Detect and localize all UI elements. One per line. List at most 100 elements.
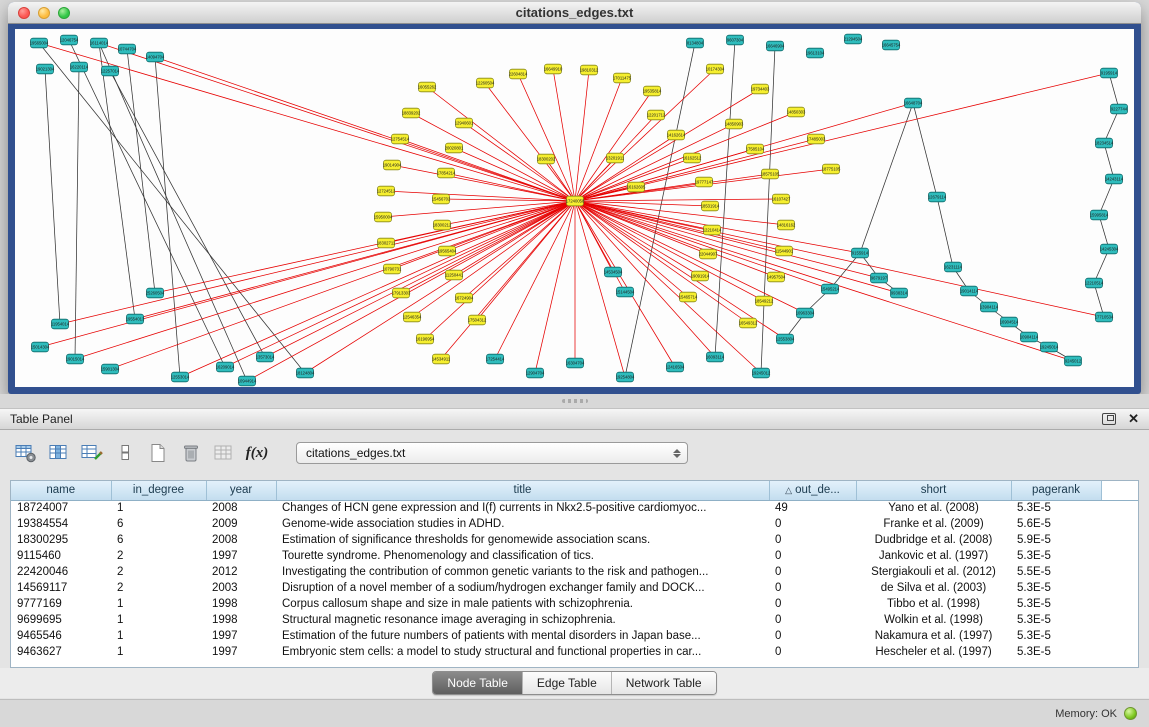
table-cell[interactable]: 19384554 (11, 516, 111, 532)
graph-node[interactable]: 16162512 (683, 153, 702, 163)
graph-node[interactable]: 18839202 (402, 108, 421, 118)
graph-node[interactable]: 12940601 (455, 118, 474, 128)
table-cell[interactable]: 0 (769, 548, 856, 564)
graph-node[interactable]: 18549212 (755, 296, 774, 306)
table-cell[interactable]: Corpus callosum shape and size in male p… (276, 596, 769, 612)
table-cell[interactable]: 2008 (206, 532, 276, 548)
graph-node[interactable]: 13201911 (606, 153, 625, 163)
graph-node[interactable]: 19091914 (691, 271, 710, 281)
graph-node[interactable]: 15144504 (616, 287, 635, 297)
tab-edge-table[interactable]: Edge Table (522, 672, 611, 694)
column-header-name[interactable]: name (11, 481, 111, 500)
graph-node[interactable]: 18302711 (377, 238, 396, 248)
table-cell[interactable]: Genome-wide association studies in ADHD. (276, 516, 769, 532)
close-window-button[interactable] (18, 7, 30, 19)
table-row[interactable]: 946554611997Estimation of the future num… (11, 628, 1138, 644)
table-cell[interactable]: 1997 (206, 628, 276, 644)
network-canvas[interactable]: 1724005816055262188392021275451419014904… (15, 29, 1134, 387)
table-cell[interactable]: 6 (111, 532, 206, 548)
function-builder-button[interactable]: f(x) (245, 441, 269, 465)
graph-node[interactable]: 15901304 (101, 364, 120, 374)
import-table-button[interactable] (212, 441, 236, 465)
table-row[interactable]: 1830029562008Estimation of significance … (11, 532, 1138, 548)
graph-node[interactable]: 16196954 (416, 334, 435, 344)
graph-node[interactable]: 17585104 (746, 144, 765, 154)
graph-node[interactable]: 17485003 (807, 134, 826, 144)
graph-node[interactable]: 16055262 (418, 82, 437, 92)
table-cell[interactable]: 18300295 (11, 532, 111, 548)
table-cell[interactable]: 22420046 (11, 564, 111, 580)
delete-table-button[interactable] (179, 441, 203, 465)
table-cell[interactable]: de Silva et al. (2003) (856, 580, 1011, 596)
graph-node[interactable]: 11544901 (775, 246, 794, 256)
graph-node[interactable]: 12201712 (647, 110, 666, 120)
column-header-in-degree[interactable]: in_degree (111, 481, 206, 500)
table-row[interactable]: 1938455462009Genome-wide association stu… (11, 516, 1138, 532)
graph-node[interactable]: 10963304 (796, 308, 815, 318)
table-cell[interactable]: 9777169 (11, 596, 111, 612)
minimize-window-button[interactable] (38, 7, 50, 19)
table-cell[interactable]: Changes of HCN gene expression and I(f) … (276, 500, 769, 516)
table-cell[interactable]: 2008 (206, 500, 276, 516)
table-cell[interactable]: 2009 (206, 516, 276, 532)
graph-node[interactable]: 17254414 (486, 354, 505, 364)
graph-node[interactable]: 16107427 (772, 194, 791, 204)
graph-node[interactable]: 19613104 (806, 48, 825, 58)
graph-node[interactable]: 18300212 (433, 220, 452, 230)
graph-node[interactable]: 22604814 (509, 69, 528, 79)
graph-node[interactable]: 12553014 (171, 372, 190, 382)
table-settings-button[interactable] (14, 441, 38, 465)
table-cell[interactable]: 9465546 (11, 628, 111, 644)
table-row[interactable]: 2242004622012Investigating the contribut… (11, 564, 1138, 580)
table-cell[interactable]: 1 (111, 644, 206, 660)
graph-node[interactable]: 19014114 (960, 286, 979, 296)
graph-node[interactable]: 17854214 (437, 168, 456, 178)
graph-node[interactable]: 17240058 (566, 196, 585, 206)
table-cell[interactable]: Disruption of a novel member of a sodium… (276, 580, 769, 596)
graph-node[interactable]: 19015014 (66, 354, 85, 364)
table-cell[interactable]: 0 (769, 516, 856, 532)
table-cell[interactable]: 2 (111, 548, 206, 564)
graph-node[interactable]: 15456702 (432, 194, 451, 204)
graph-node[interactable]: 16649910 (544, 64, 563, 74)
table-cell[interactable]: Hescheler et al. (1997) (856, 644, 1011, 660)
table-row[interactable]: 1456911722003Disruption of a novel membe… (11, 580, 1138, 596)
panel-splitter[interactable] (0, 394, 1149, 408)
graph-node[interactable]: 19535814 (643, 86, 662, 96)
table-cell[interactable]: 5.3E-5 (1011, 628, 1101, 644)
new-table-button[interactable] (146, 441, 170, 465)
column-header-out-de[interactable]: △out_de... (769, 481, 856, 500)
graph-node[interactable]: 14850903 (725, 119, 744, 129)
graph-node[interactable]: 16646904 (766, 41, 785, 51)
graph-node[interactable]: 15995814 (1090, 210, 1109, 220)
table-cell[interactable]: 5.3E-5 (1011, 580, 1101, 596)
table-cell[interactable]: Yano et al. (2008) (856, 500, 1011, 516)
graph-node[interactable]: 21294504 (844, 34, 863, 44)
tab-node-table[interactable]: Node Table (433, 672, 522, 694)
table-cell[interactable]: 2003 (206, 580, 276, 596)
graph-node[interactable]: 16209014 (216, 362, 235, 372)
table-cell[interactable]: Dudbridge et al. (2008) (856, 532, 1011, 548)
graph-node[interactable]: 16724904 (455, 293, 474, 303)
table-cell[interactable]: 5.9E-5 (1011, 532, 1101, 548)
table-cell[interactable]: 0 (769, 628, 856, 644)
graph-node[interactable]: 18124804 (296, 368, 315, 378)
table-cell[interactable]: Structural magnetic resonance image aver… (276, 612, 769, 628)
table-cell[interactable]: 1 (111, 612, 206, 628)
graph-node[interactable]: 19554013 (126, 314, 145, 324)
table-cell[interactable]: 2 (111, 564, 206, 580)
graph-node[interactable]: 17011475 (613, 73, 632, 83)
table-cell[interactable]: 9699695 (11, 612, 111, 628)
graph-node[interactable]: 9607304 (727, 35, 744, 45)
graph-node[interactable]: 19014904 (383, 160, 402, 170)
table-cell[interactable]: 14569117 (11, 580, 111, 596)
graph-node[interactable]: 16549312 (739, 318, 758, 328)
close-panel-icon[interactable]: ✕ (1128, 412, 1139, 426)
graph-node[interactable]: 19734403 (751, 84, 770, 94)
graph-node[interactable]: 16645754 (882, 40, 901, 50)
graph-node[interactable]: 14816162 (777, 220, 796, 230)
column-header-short[interactable]: short (856, 481, 1011, 500)
graph-node[interactable]: 16304704 (566, 358, 585, 368)
table-cell[interactable]: 1998 (206, 596, 276, 612)
table-row[interactable]: 969969511998Structural magnetic resonanc… (11, 612, 1138, 628)
